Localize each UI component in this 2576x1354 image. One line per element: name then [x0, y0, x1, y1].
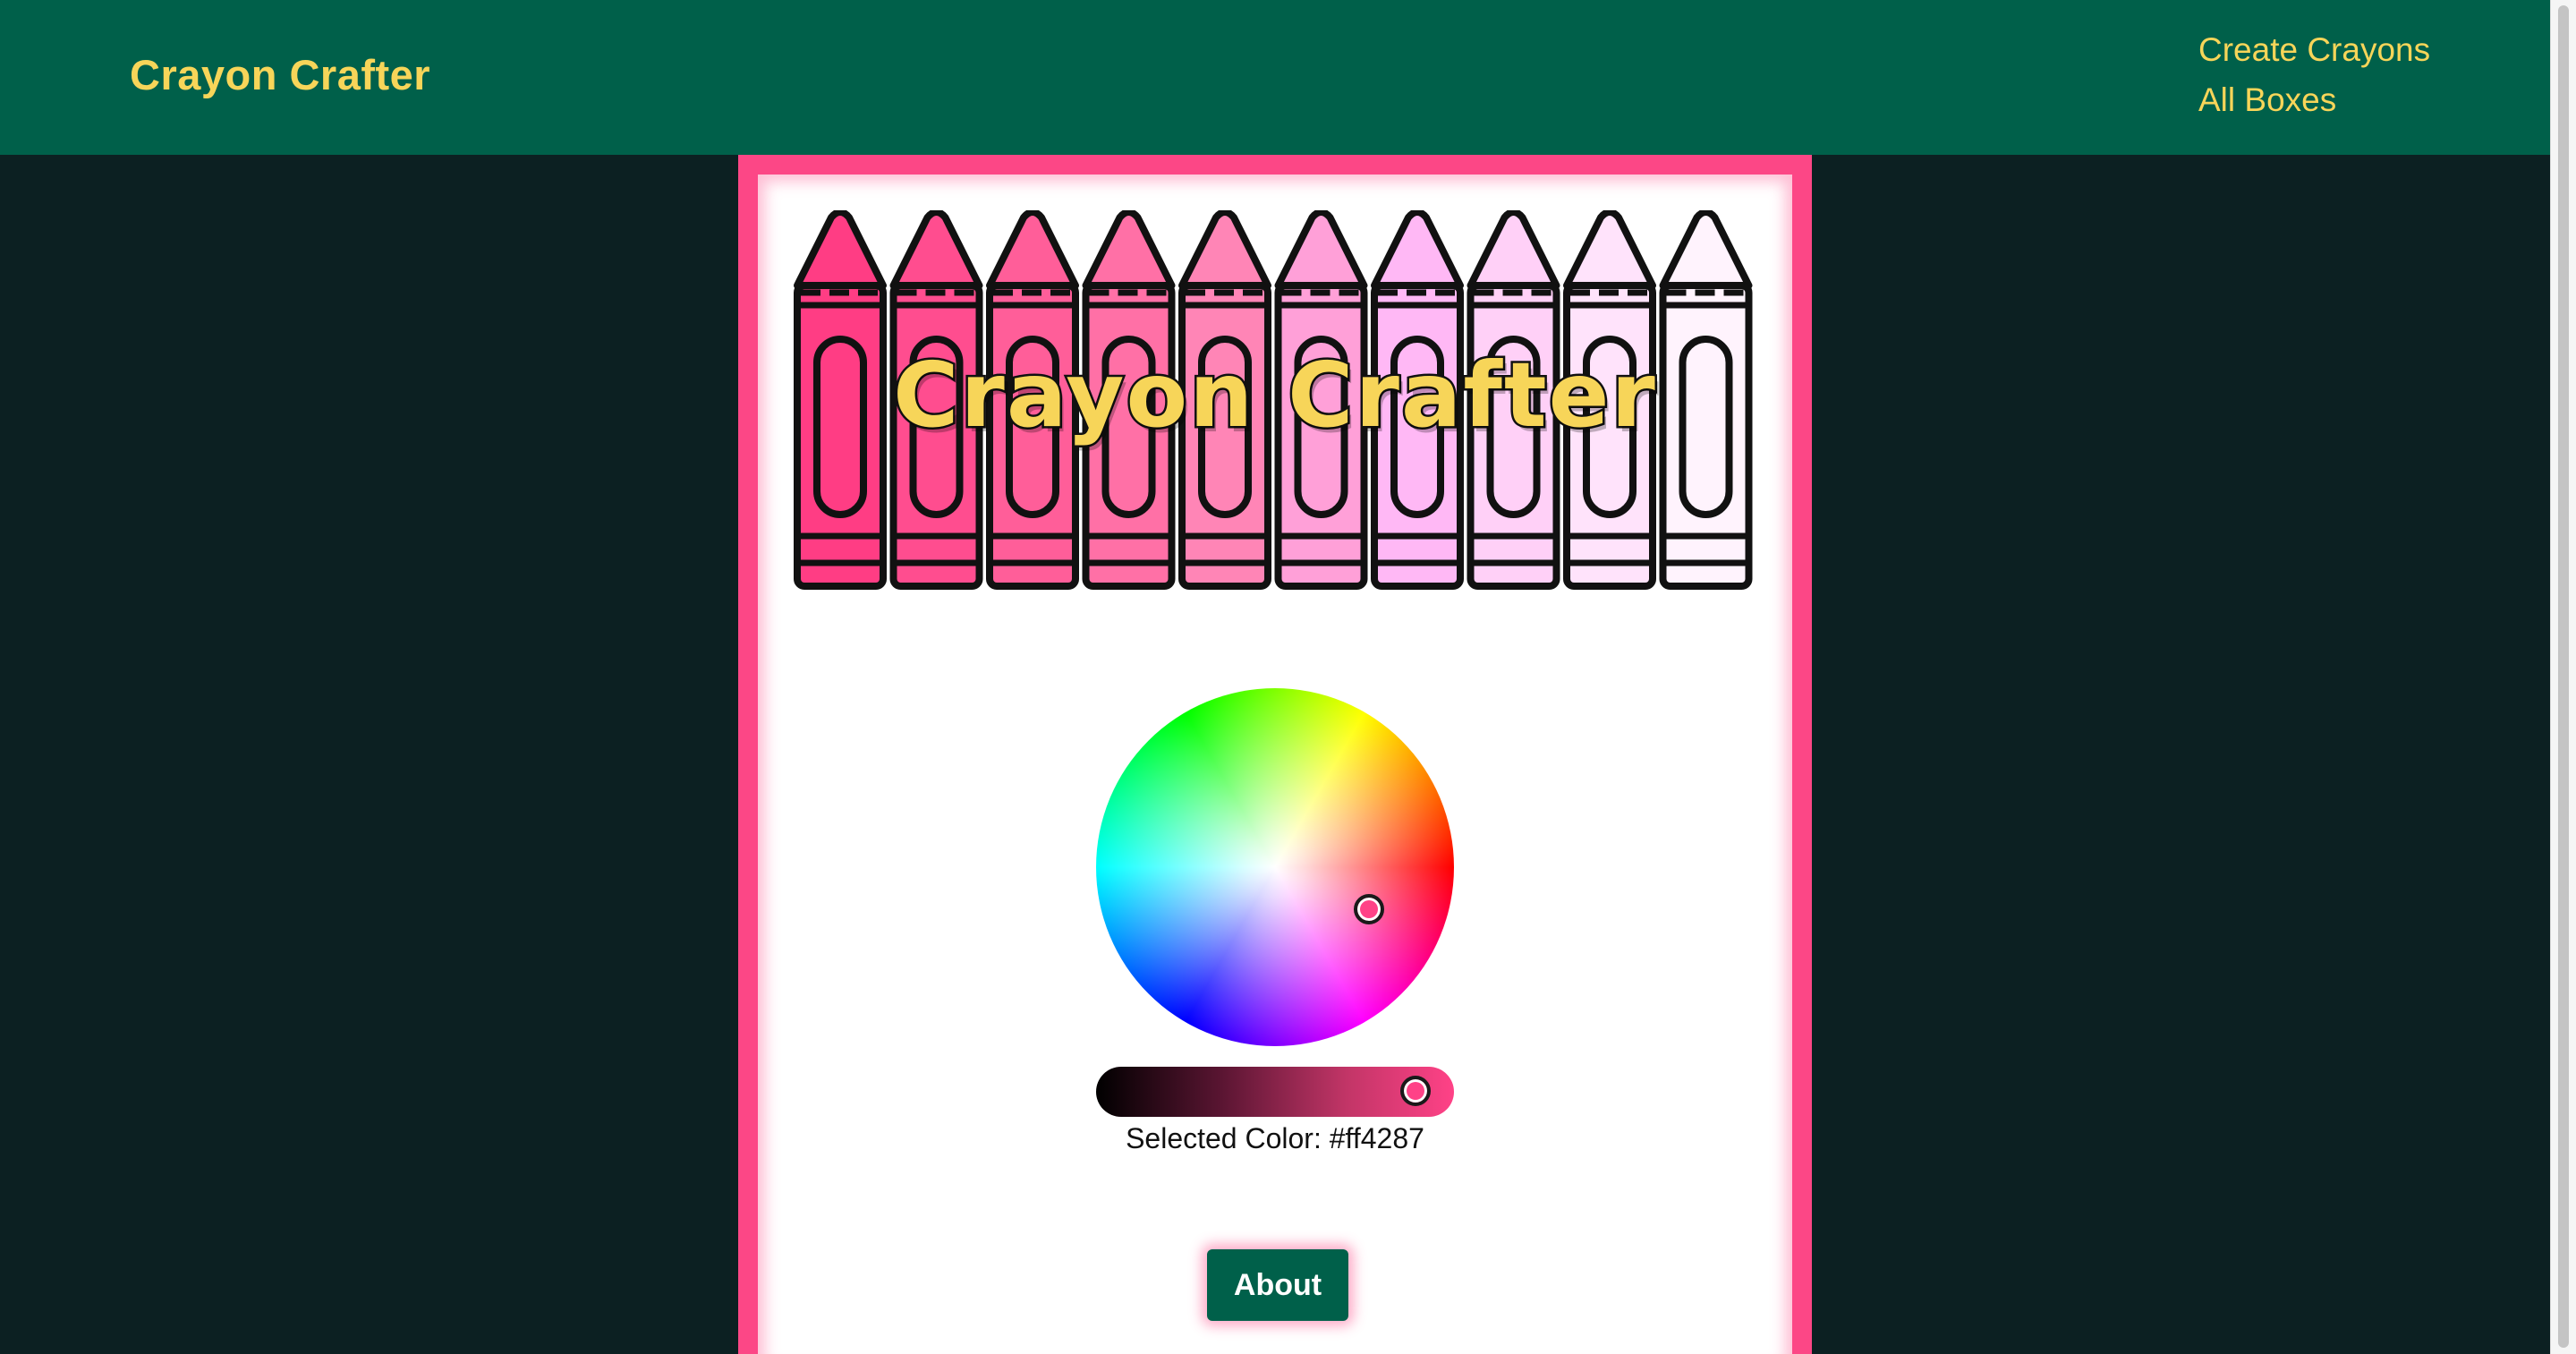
brightness-slider-handle[interactable] [1400, 1076, 1431, 1106]
navbar: Crayon Crafter Create Crayons All Boxes [0, 0, 2550, 155]
selected-color-label: Selected Color: #ff4287 [1126, 1122, 1424, 1154]
nav-links: Create Crayons All Boxes [2198, 30, 2430, 120]
main-card: Crayon Crafter Selected Color: #ff4287 A… [738, 155, 1812, 1354]
nav-link-create-crayons[interactable]: Create Crayons [2198, 30, 2430, 70]
brand-title[interactable]: Crayon Crafter [130, 50, 430, 99]
card-content: Crayon Crafter Selected Color: #ff4287 A… [758, 175, 1792, 1354]
color-wheel-handle[interactable] [1354, 894, 1384, 924]
color-wheel[interactable] [1096, 688, 1454, 1046]
about-button[interactable]: About [1207, 1249, 1348, 1321]
scrollbar-thumb[interactable] [2558, 5, 2569, 1348]
nav-link-all-boxes[interactable]: All Boxes [2198, 81, 2430, 120]
banner-title: Crayon Crafter [891, 341, 1658, 450]
crayon-banner: Crayon Crafter [794, 210, 1756, 604]
page: Crayon Crafter Create Crayons All Boxes … [0, 0, 2576, 1354]
scrollbar[interactable] [2550, 0, 2576, 1354]
